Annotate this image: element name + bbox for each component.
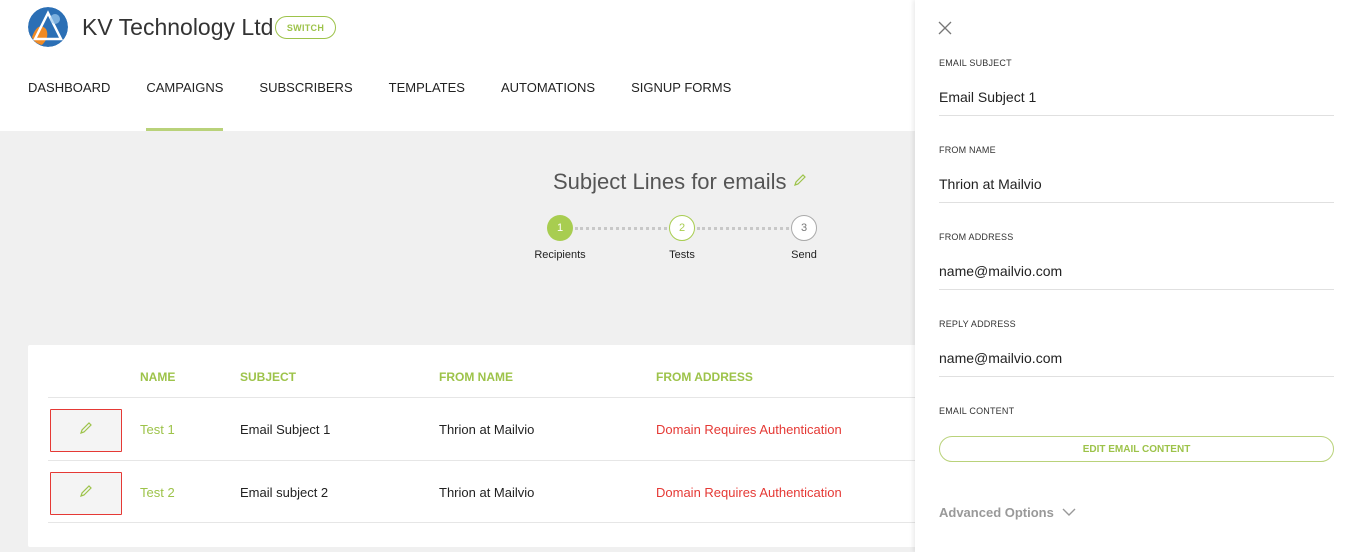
step-recipients[interactable]: 1 Recipients bbox=[533, 215, 587, 261]
table-row: Test 1 Email Subject 1 Thrion at Mailvio… bbox=[48, 397, 918, 460]
test-subject: Email subject 2 bbox=[240, 485, 329, 500]
step-number: 2 bbox=[669, 215, 695, 241]
company-logo[interactable] bbox=[28, 7, 68, 47]
nav-automations[interactable]: AUTOMATIONS bbox=[501, 80, 595, 131]
test-from-name: Thrion at Mailvio bbox=[439, 485, 535, 500]
nav-subscribers[interactable]: SUBSCRIBERS bbox=[259, 80, 352, 131]
advanced-options-toggle[interactable]: Advanced Options bbox=[939, 505, 1076, 520]
from-address-field[interactable]: name@mailvio.com bbox=[939, 263, 1334, 290]
from-name-label: FROM NAME bbox=[939, 145, 996, 155]
edit-test-panel: EMAIL SUBJECT Email Subject 1 FROM NAME … bbox=[915, 0, 1354, 552]
pencil-icon[interactable] bbox=[793, 173, 807, 192]
step-tests[interactable]: 2 Tests bbox=[655, 215, 709, 261]
chevron-down-icon bbox=[1062, 505, 1076, 520]
col-header-from-address: FROM ADDRESS bbox=[656, 370, 753, 384]
test-name[interactable]: Test 1 bbox=[140, 422, 175, 437]
email-subject-field[interactable]: Email Subject 1 bbox=[939, 89, 1334, 116]
step-connector bbox=[575, 227, 667, 230]
pencil-icon bbox=[79, 421, 93, 440]
tests-table: NAME SUBJECT FROM NAME FROM ADDRESS Test… bbox=[28, 345, 918, 547]
campaign-steps: 1 Recipients 2 Tests 3 Send bbox=[533, 215, 833, 275]
table-row: Test 2 Email subject 2 Thrion at Mailvio… bbox=[48, 460, 918, 523]
edit-test-button[interactable] bbox=[50, 409, 122, 452]
nav-templates[interactable]: TEMPLATES bbox=[389, 80, 465, 131]
test-from-address[interactable]: Domain Requires Authentication bbox=[656, 422, 842, 437]
step-connector bbox=[697, 227, 789, 230]
nav-dashboard[interactable]: DASHBOARD bbox=[28, 80, 110, 131]
campaign-title: Subject Lines for emails bbox=[553, 169, 787, 194]
test-from-name: Thrion at Mailvio bbox=[439, 422, 535, 437]
switch-account-button[interactable]: SWITCH bbox=[275, 16, 336, 39]
test-subject: Email Subject 1 bbox=[240, 422, 331, 437]
email-subject-label: EMAIL SUBJECT bbox=[939, 58, 1012, 68]
step-number: 1 bbox=[547, 215, 573, 241]
from-address-label: FROM ADDRESS bbox=[939, 232, 1014, 242]
main-nav: DASHBOARD CAMPAIGNS SUBSCRIBERS TEMPLATE… bbox=[28, 80, 731, 131]
step-send[interactable]: 3 Send bbox=[777, 215, 831, 261]
reply-address-label: REPLY ADDRESS bbox=[939, 319, 1016, 329]
pencil-icon bbox=[79, 484, 93, 503]
step-label: Tests bbox=[669, 249, 695, 261]
step-number: 3 bbox=[791, 215, 817, 241]
close-icon[interactable] bbox=[935, 18, 955, 38]
nav-signup-forms[interactable]: SIGNUP FORMS bbox=[631, 80, 731, 131]
edit-email-content-button[interactable]: EDIT EMAIL CONTENT bbox=[939, 436, 1334, 462]
col-header-name: NAME bbox=[140, 370, 176, 384]
reply-address-field[interactable]: name@mailvio.com bbox=[939, 350, 1334, 377]
test-from-address[interactable]: Domain Requires Authentication bbox=[656, 485, 842, 500]
nav-campaigns[interactable]: CAMPAIGNS bbox=[146, 80, 224, 131]
col-header-subject: SUBJECT bbox=[240, 370, 297, 384]
edit-test-button[interactable] bbox=[50, 472, 122, 515]
campaign-title-wrap: Subject Lines for emails bbox=[553, 169, 807, 195]
email-content-label: EMAIL CONTENT bbox=[939, 406, 1015, 416]
advanced-options-label: Advanced Options bbox=[939, 505, 1054, 520]
company-name: KV Technology Ltd bbox=[82, 14, 274, 40]
step-label: Send bbox=[791, 249, 817, 261]
col-header-from-name: FROM NAME bbox=[439, 370, 513, 384]
from-name-field[interactable]: Thrion at Mailvio bbox=[939, 176, 1334, 203]
step-label: Recipients bbox=[534, 249, 586, 261]
test-name[interactable]: Test 2 bbox=[140, 485, 175, 500]
